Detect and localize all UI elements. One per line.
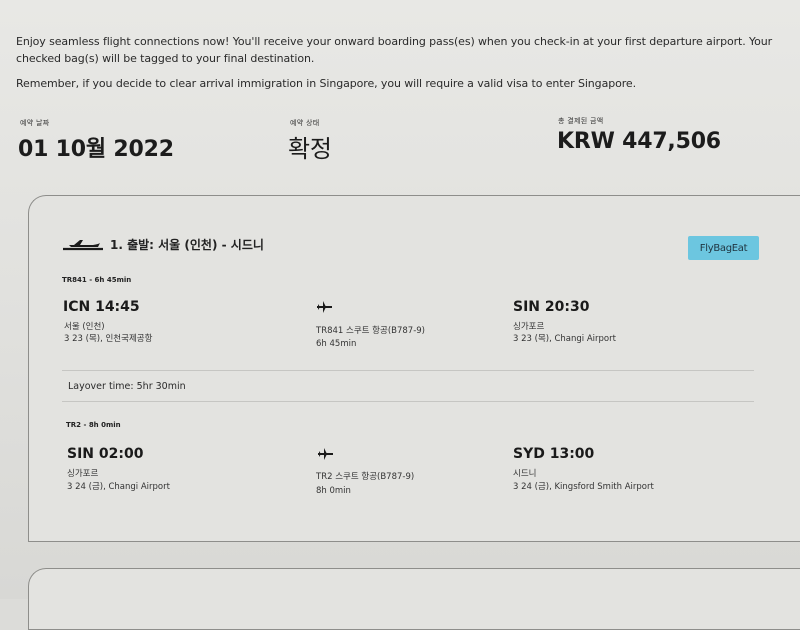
booking-page: Enjoy seamless flight connections now! Y… — [0, 0, 800, 630]
segment-1-arrival-city: 싱가포르 — [513, 322, 545, 332]
segment-2-departure-time: SIN 02:00 — [67, 446, 144, 462]
segment-2-departure-detail: 3 24 (금), Changi Airport — [67, 482, 170, 492]
takeoff-plane-icon — [62, 235, 104, 254]
route-header: 1. 출발: 서울 (인천) - 시드니 — [62, 235, 264, 254]
segment-1-duration: 6h 45min — [316, 339, 357, 349]
divider — [62, 401, 754, 402]
segment-1-arrival-time: SIN 20:30 — [513, 299, 590, 315]
next-flight-card — [28, 568, 800, 630]
booking-status-value: 확정 — [288, 135, 332, 163]
segment-2-plane-icon — [318, 448, 333, 460]
segment-2-arrival-time: SYD 13:00 — [513, 446, 595, 462]
segment-1-departure-city: 서울 (인천) — [64, 322, 105, 332]
segment-2-arrival-city: 시드니 — [513, 469, 537, 479]
divider — [62, 370, 754, 371]
segment-1-flight-info: TR841 스쿠트 항공(B787-9) — [316, 326, 425, 336]
segment-2-arrival-detail: 3 24 (금), Kingsford Smith Airport — [513, 482, 654, 492]
flybageat-badge[interactable]: FlyBagEat — [688, 236, 759, 260]
connection-notice: Enjoy seamless flight connections now! Y… — [16, 33, 788, 100]
segment-1-code: TR841 - 6h 45min — [62, 276, 132, 284]
booking-date-label: 예약 날짜 — [20, 119, 50, 127]
segment-2-duration: 8h 0min — [316, 486, 351, 496]
layover-time: Layover time: 5hr 30min — [68, 381, 186, 392]
notice-line-2: Remember, if you decide to clear arrival… — [16, 77, 636, 90]
segment-1-arrival-detail: 3 23 (목), Changi Airport — [513, 334, 616, 344]
total-paid-label: 총 결제된 금액 — [558, 117, 604, 125]
segment-2-flight-info: TR2 스쿠트 항공(B787-9) — [316, 472, 415, 482]
segment-1-plane-icon — [317, 301, 332, 313]
segment-1-departure-detail: 3 23 (목), 인천국제공항 — [64, 334, 153, 344]
total-paid-value: KRW 447,506 — [557, 129, 721, 154]
segment-2-code: TR2 - 8h 0min — [66, 421, 121, 429]
segment-2-departure-city: 싱가포르 — [67, 469, 99, 479]
booking-date-value: 01 10월 2022 — [18, 137, 174, 162]
segment-1-departure-time: ICN 14:45 — [63, 299, 140, 315]
notice-line-1: Enjoy seamless flight connections now! Y… — [16, 35, 773, 65]
route-title: 1. 출발: 서울 (인천) - 시드니 — [110, 238, 264, 252]
booking-status-label: 예약 상태 — [290, 119, 320, 127]
